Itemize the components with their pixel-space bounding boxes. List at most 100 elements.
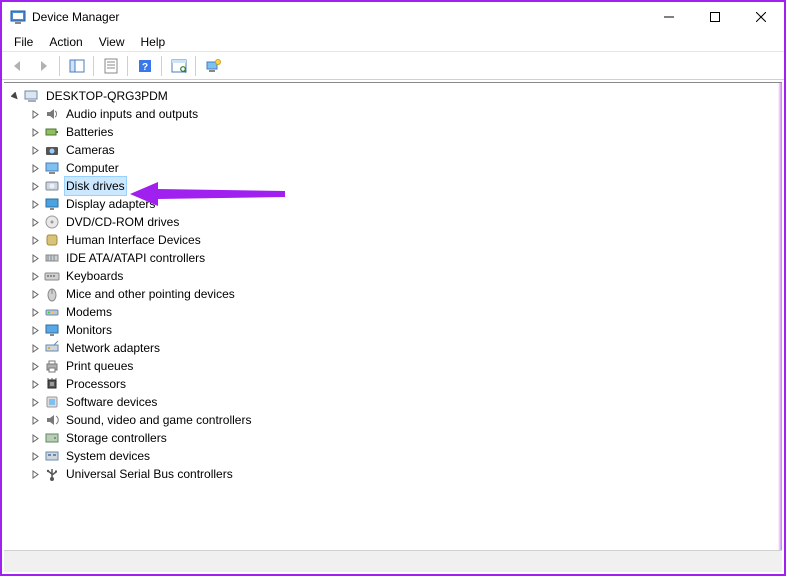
display-icon [44,196,60,212]
window-controls [646,2,784,32]
scan-hardware-button[interactable] [167,55,190,77]
close-button[interactable] [738,2,784,32]
expand-icon[interactable] [28,269,42,283]
menu-view[interactable]: View [91,33,133,51]
sound-icon [44,412,60,428]
tree-item-label: Universal Serial Bus controllers [64,465,235,483]
expand-icon[interactable] [28,305,42,319]
tree-item[interactable]: Modems [28,303,782,321]
printer-icon [44,358,60,374]
minimize-button[interactable] [646,2,692,32]
toolbar-separator [161,56,162,76]
tree-item[interactable]: Cameras [28,141,782,159]
tree-root[interactable]: DESKTOP-QRG3PDM [8,87,782,105]
disk-icon [44,178,60,194]
tree-root-label: DESKTOP-QRG3PDM [44,87,170,105]
tree-item[interactable]: Processors [28,375,782,393]
expand-icon[interactable] [28,377,42,391]
tree-item[interactable]: System devices [28,447,782,465]
tree-item[interactable]: DVD/CD-ROM drives [28,213,782,231]
tree-item-label: Storage controllers [64,429,169,447]
expand-icon[interactable] [28,359,42,373]
tree-item[interactable]: Software devices [28,393,782,411]
cpu-icon [44,376,60,392]
tree-item[interactable]: Sound, video and game controllers [28,411,782,429]
tree-item-label: Human Interface Devices [64,231,203,249]
statusbar [4,550,782,572]
tree-item[interactable]: Disk drives [28,177,782,195]
menu-help[interactable]: Help [133,33,174,51]
expand-icon[interactable] [28,251,42,265]
network-icon [44,340,60,356]
software-icon [44,394,60,410]
expand-icon[interactable] [28,395,42,409]
tree-item[interactable]: Keyboards [28,267,782,285]
storage-icon [44,430,60,446]
expand-icon[interactable] [28,431,42,445]
monitor-icon [44,322,60,338]
tree-item[interactable]: Human Interface Devices [28,231,782,249]
tree-item[interactable]: Mice and other pointing devices [28,285,782,303]
tree-item[interactable]: Print queues [28,357,782,375]
tree-item[interactable]: Batteries [28,123,782,141]
app-icon [10,9,26,25]
expand-icon[interactable] [28,323,42,337]
expand-icon[interactable] [28,107,42,121]
forward-button[interactable] [31,55,54,77]
hid-icon [44,232,60,248]
keyboard-icon [44,268,60,284]
tree-item[interactable]: Audio inputs and outputs [28,105,782,123]
tree-item-label: IDE ATA/ATAPI controllers [64,249,207,267]
titlebar: Device Manager [2,2,784,32]
tree-item-label: Software devices [64,393,159,411]
tree-item[interactable]: Storage controllers [28,429,782,447]
device-tree-pane[interactable]: DESKTOP-QRG3PDM Audio inputs and outputs… [4,82,782,550]
expand-icon[interactable] [28,233,42,247]
menu-action[interactable]: Action [41,33,90,51]
tree-item[interactable]: Display adapters [28,195,782,213]
svg-text:?: ? [141,62,147,73]
expand-icon[interactable] [28,287,42,301]
tree-item-label: Batteries [64,123,115,141]
device-tree[interactable]: DESKTOP-QRG3PDM Audio inputs and outputs… [4,83,782,483]
system-icon [44,448,60,464]
tree-item[interactable]: IDE ATA/ATAPI controllers [28,249,782,267]
tree-item[interactable]: Monitors [28,321,782,339]
back-button[interactable] [6,55,29,77]
menu-file[interactable]: File [6,33,41,51]
toolbar-separator [195,56,196,76]
toolbar-separator [127,56,128,76]
computer-icon [44,160,60,176]
expand-icon[interactable] [28,197,42,211]
tree-item-label: Display adapters [64,195,157,213]
add-legacy-hardware-button[interactable] [201,55,224,77]
tree-item-label: Sound, video and game controllers [64,411,253,429]
tree-item[interactable]: Network adapters [28,339,782,357]
properties-button[interactable] [99,55,122,77]
tree-item-label: Computer [64,159,121,177]
battery-icon [44,124,60,140]
tree-item[interactable]: Universal Serial Bus controllers [28,465,782,483]
maximize-button[interactable] [692,2,738,32]
tree-item-label: Print queues [64,357,135,375]
show-hide-console-tree-button[interactable] [65,55,88,77]
expand-icon[interactable] [28,449,42,463]
expand-icon[interactable] [28,161,42,175]
collapse-icon[interactable] [8,89,22,103]
expand-icon[interactable] [28,215,42,229]
window-title: Device Manager [32,10,646,24]
modem-icon [44,304,60,320]
tree-item-label: Processors [64,375,128,393]
expand-icon[interactable] [28,413,42,427]
expand-icon[interactable] [28,125,42,139]
scrollbar-hint [778,83,782,550]
toolbar: ? [2,52,784,80]
expand-icon[interactable] [28,179,42,193]
toolbar-separator [59,56,60,76]
tree-item[interactable]: Computer [28,159,782,177]
expand-icon[interactable] [28,467,42,481]
expand-icon[interactable] [28,143,42,157]
expand-icon[interactable] [28,341,42,355]
mouse-icon [44,286,60,302]
help-button[interactable]: ? [133,55,156,77]
